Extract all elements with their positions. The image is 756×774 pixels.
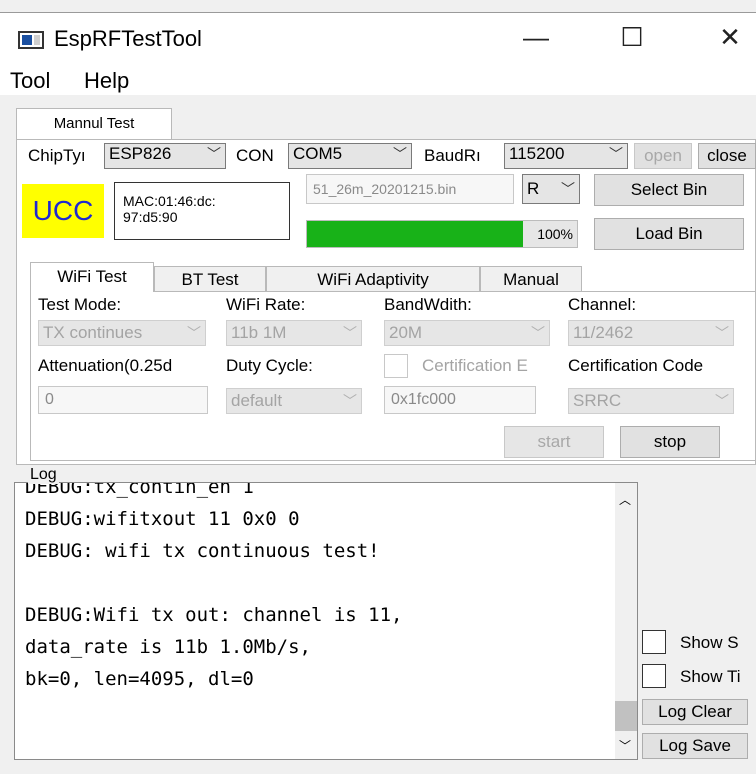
- duty-cycle-label: Duty Cycle:: [226, 356, 313, 375]
- bandwidth-label: BandWdith:: [384, 295, 472, 314]
- start-button[interactable]: start: [504, 426, 604, 458]
- wifi-rate-label: WiFi Rate:: [226, 295, 306, 314]
- channel-label: Channel:: [568, 295, 637, 314]
- chevron-down-icon: ﹀: [531, 325, 545, 341]
- menu-help[interactable]: Help: [84, 68, 129, 94]
- scrollbar-thumb[interactable]: [615, 701, 637, 731]
- maximize-button[interactable]: ☐: [612, 22, 652, 53]
- progress-fill: [307, 221, 523, 247]
- bandwidth-value: 20M: [389, 323, 423, 342]
- log-group-label: Log: [28, 466, 59, 484]
- chevron-down-icon: ﹀: [343, 325, 357, 341]
- mac-box: MAC:01:46:dc: 97:d5:90: [114, 182, 290, 240]
- mac-line-1: MAC:01:46:dc:: [123, 193, 216, 209]
- log-line: DEBUG:Wifi tx out: channel is 11,: [25, 604, 403, 626]
- log-textbox[interactable]: DEBUG:tx_contin_en 1 DEBUG:wifitxout 11 0…: [14, 482, 638, 760]
- wifi-rate-select[interactable]: 11b 1M ﹀: [226, 320, 362, 346]
- bin-mode-value: R: [527, 179, 540, 198]
- mac-line-2: 97:d5:90: [123, 209, 178, 225]
- com-value: COM5: [293, 144, 343, 163]
- close-button[interactable]: ✕: [710, 22, 750, 53]
- app-icon: [18, 31, 44, 49]
- test-mode-select[interactable]: TX continues ﹀: [38, 320, 206, 346]
- bandwidth-select[interactable]: 20M ﹀: [384, 320, 550, 346]
- log-save-button[interactable]: Log Save: [642, 733, 748, 759]
- chip-type-label: ChipTyı: [28, 146, 86, 165]
- log-line: DEBUG:tx_contin_en 1: [25, 482, 254, 498]
- log-line: bk=0, len=4095, dl=0: [25, 668, 254, 690]
- log-scrollbar[interactable]: ︿ ﹀: [615, 483, 637, 759]
- tab-bt-test[interactable]: BT Test: [154, 266, 266, 292]
- log-line: DEBUG: wifi tx continuous test!: [25, 540, 380, 562]
- certification-checkbox[interactable]: [384, 354, 408, 378]
- chevron-down-icon: ﹀: [715, 393, 729, 409]
- certification-code-label: Certification Code: [568, 356, 704, 375]
- chevron-down-icon: ﹀: [561, 181, 575, 197]
- log-line: DEBUG:wifitxout 11 0x0 0: [25, 508, 300, 530]
- test-mode-label: Test Mode:: [38, 295, 122, 314]
- wifi-rate-value: 11b 1M: [231, 323, 287, 342]
- channel-value: 11/2462: [573, 323, 634, 342]
- load-progress-bar: 100%: [306, 220, 578, 248]
- com-label: CON: [236, 146, 274, 165]
- baud-value: 115200: [509, 144, 565, 163]
- scroll-up-icon[interactable]: ︿: [619, 491, 631, 508]
- certification-address-input[interactable]: 0x1fc000: [384, 386, 536, 414]
- test-mode-value: TX continues: [43, 323, 143, 342]
- minimize-button[interactable]: —: [516, 22, 556, 53]
- chevron-down-icon: ﹀: [207, 146, 221, 162]
- open-button[interactable]: open: [634, 143, 692, 169]
- tab-wifi-adaptivity[interactable]: WiFi Adaptivity: [266, 266, 480, 292]
- attenuation-label: Attenuation(0.25d: [38, 356, 173, 375]
- log-content: DEBUG:tx_contin_en 1 DEBUG:wifitxout 11 0…: [25, 482, 403, 695]
- show-s-checkbox[interactable]: [642, 630, 666, 654]
- com-select[interactable]: COM5 ﹀: [288, 143, 412, 169]
- load-bin-button[interactable]: Load Bin: [594, 218, 744, 250]
- baud-label: BaudRı: [424, 146, 481, 165]
- chevron-down-icon: ﹀: [393, 146, 407, 162]
- chevron-down-icon: ﹀: [715, 325, 729, 341]
- tab-mannul-test[interactable]: Mannul Test: [16, 108, 172, 140]
- chip-type-select[interactable]: ESP826 ﹀: [104, 143, 226, 169]
- attenuation-input[interactable]: 0: [38, 386, 208, 414]
- bin-mode-select[interactable]: R ﹀: [522, 174, 580, 204]
- tab-manual[interactable]: Manual: [480, 266, 582, 292]
- chevron-down-icon: ﹀: [609, 146, 623, 162]
- certification-check-label: Certification E: [422, 356, 528, 375]
- channel-select[interactable]: 11/2462 ﹀: [568, 320, 734, 346]
- certification-code-select[interactable]: SRRC ﹀: [568, 388, 734, 414]
- select-bin-button[interactable]: Select Bin: [594, 174, 744, 206]
- show-s-label: Show S: [680, 633, 739, 652]
- scroll-down-icon[interactable]: ﹀: [619, 737, 631, 754]
- duty-cycle-select[interactable]: default ﹀: [226, 388, 362, 414]
- show-time-label: Show Ti: [680, 667, 741, 686]
- stop-button[interactable]: stop: [620, 426, 720, 458]
- window-title: EspRFTestTool: [54, 26, 202, 51]
- show-time-checkbox[interactable]: [642, 664, 666, 688]
- ucc-badge: UCC: [22, 184, 104, 238]
- close-port-button[interactable]: close: [698, 143, 756, 169]
- duty-cycle-value: default: [231, 391, 283, 410]
- chip-type-value: ESP826: [109, 144, 172, 163]
- baud-select[interactable]: 115200 ﹀: [504, 143, 628, 169]
- log-clear-button[interactable]: Log Clear: [642, 699, 748, 725]
- chevron-down-icon: ﹀: [187, 325, 201, 341]
- bin-file-field[interactable]: 51_26m_20201215.bin: [306, 174, 514, 204]
- progress-text: 100%: [537, 226, 573, 242]
- tab-wifi-test[interactable]: WiFi Test: [30, 262, 154, 292]
- menu-tool[interactable]: Tool: [10, 68, 50, 94]
- log-line: data_rate is 11b 1.0Mb/s,: [25, 636, 311, 658]
- certification-code-value: SRRC: [573, 391, 622, 410]
- chevron-down-icon: ﹀: [343, 393, 357, 409]
